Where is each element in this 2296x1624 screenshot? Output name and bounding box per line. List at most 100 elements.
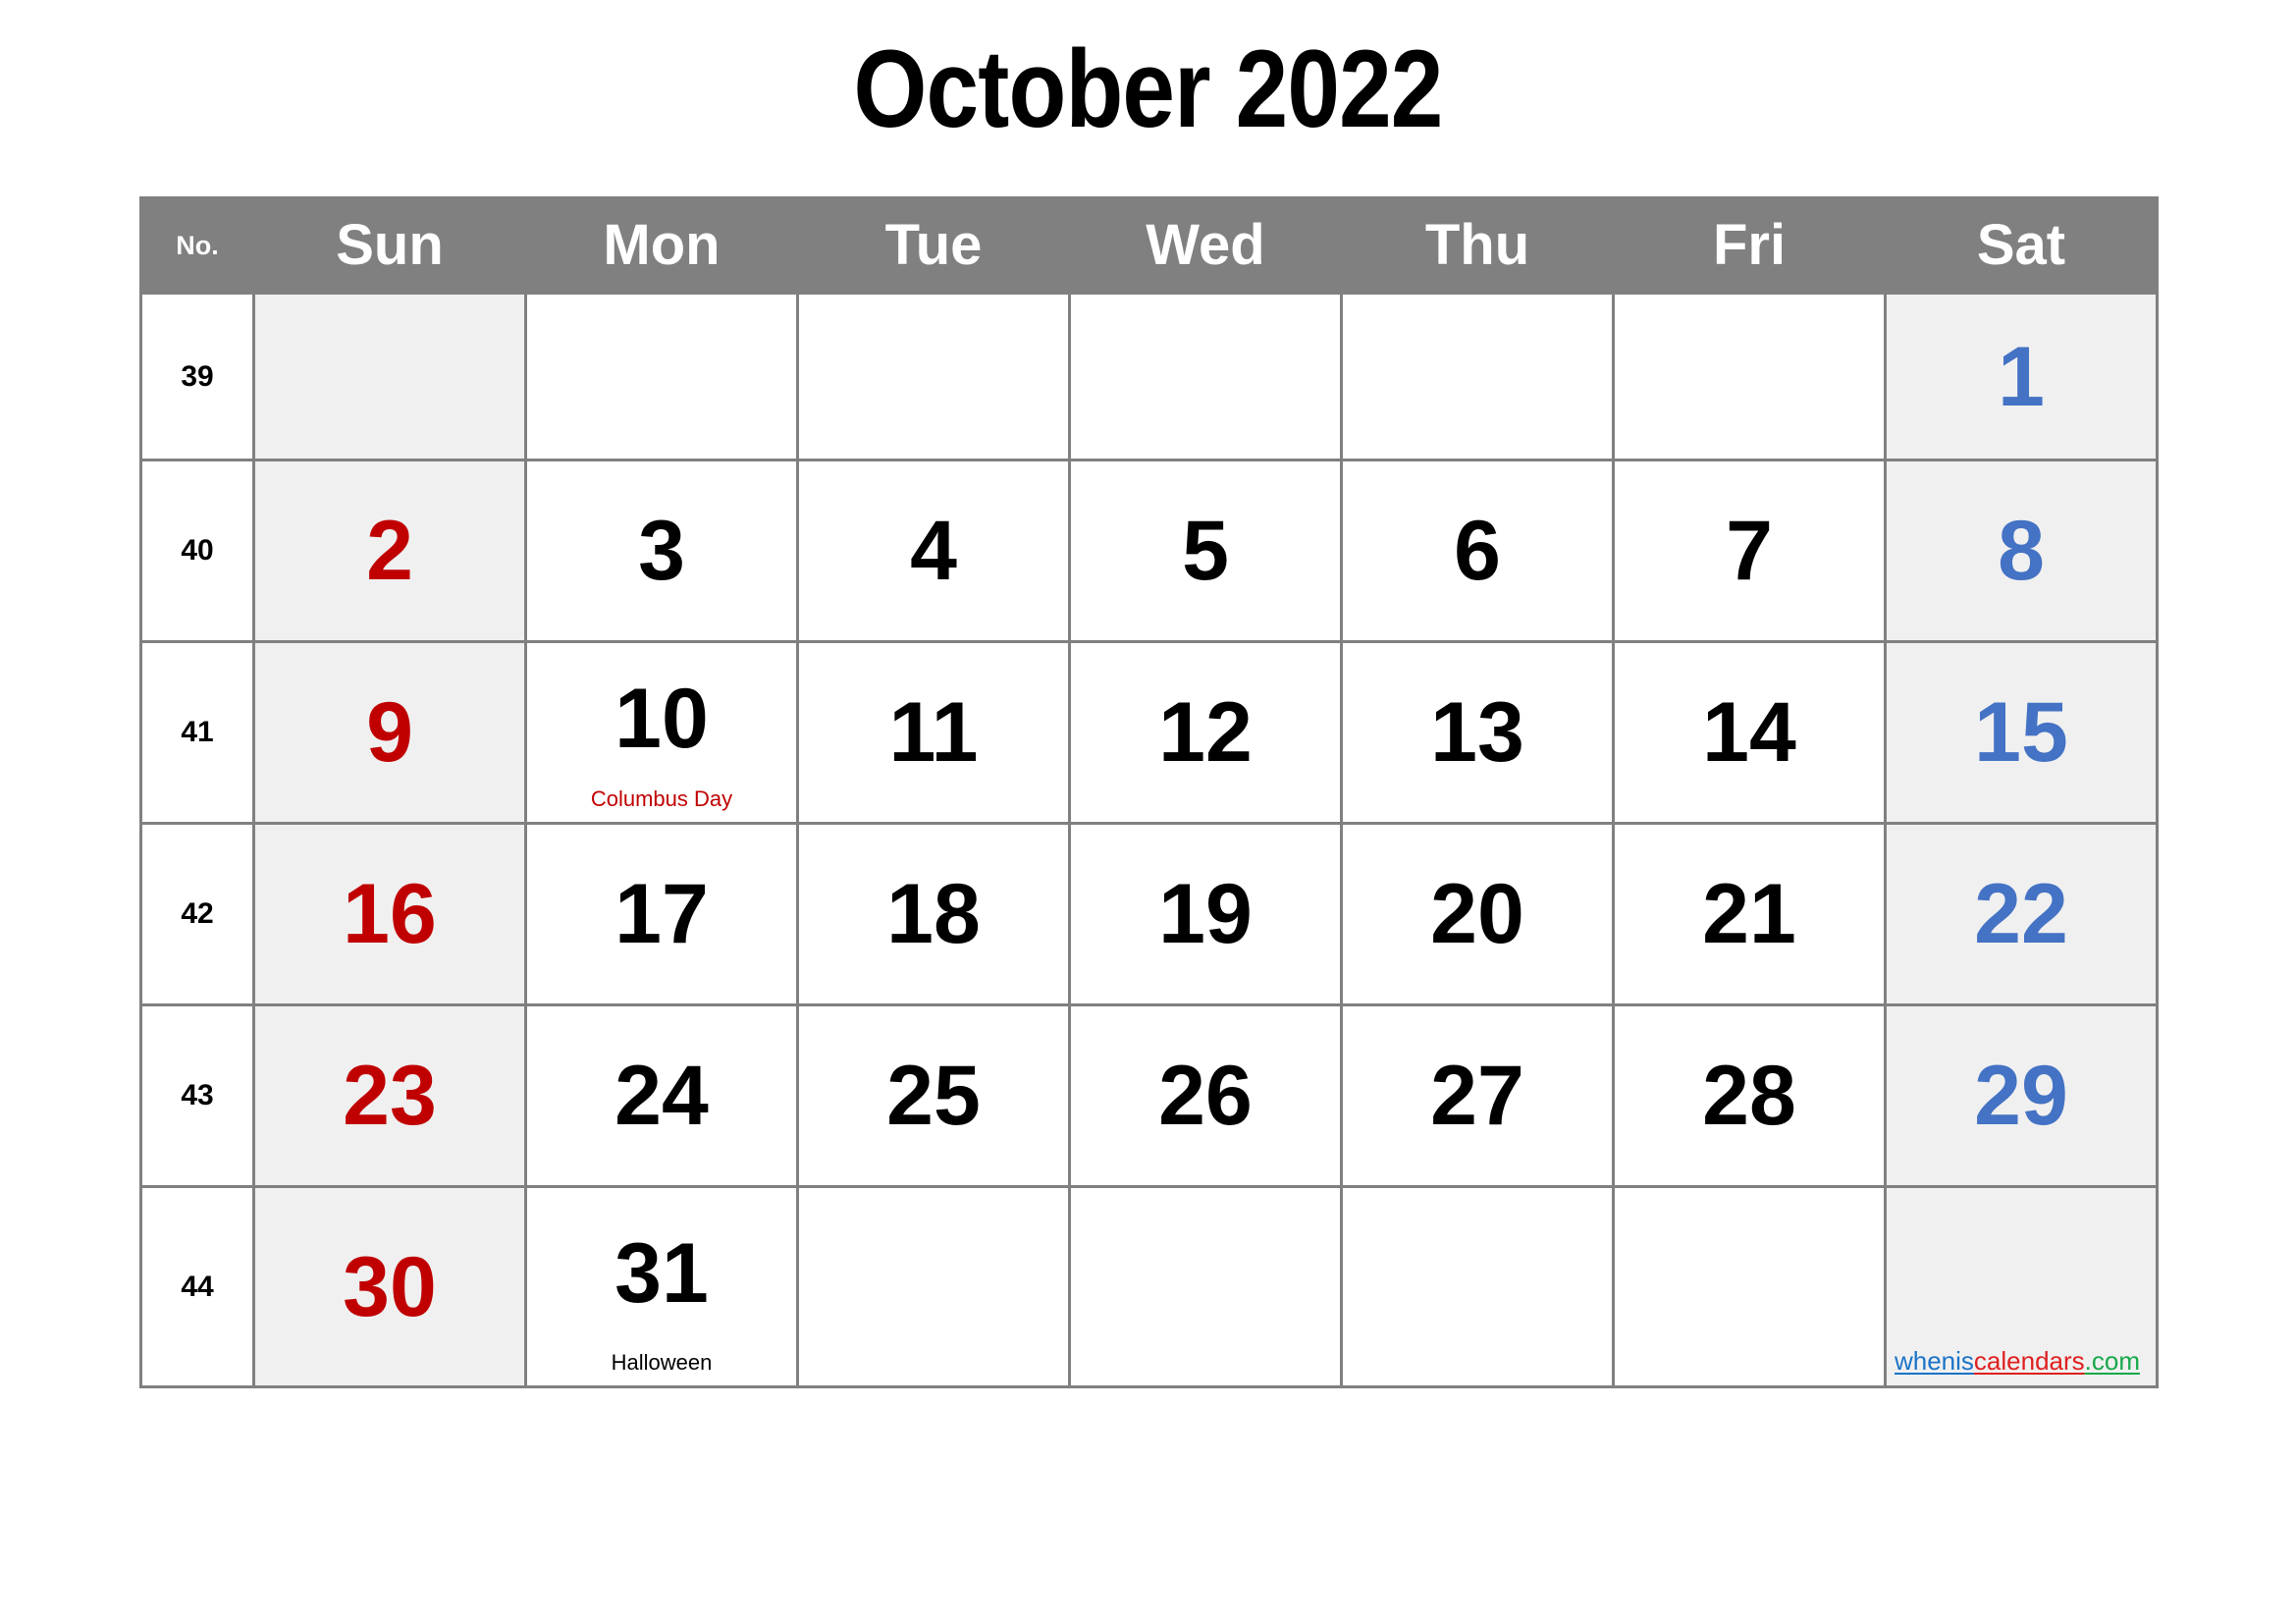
calendar-day-cell[interactable]: 21 <box>1612 822 1887 1006</box>
calendar-header-row: No. Sun Mon Tue Wed Thu Fri Sat <box>139 196 2159 295</box>
calendar-day-cell[interactable] <box>796 292 1071 461</box>
calendar-day-cell[interactable] <box>1340 292 1615 461</box>
day-number: 25 <box>886 1049 981 1143</box>
day-number: 22 <box>1974 867 2068 961</box>
holiday-label: Halloween <box>611 1350 713 1375</box>
header-day-fri: Fri <box>1612 196 1887 295</box>
day-number: 30 <box>343 1239 437 1334</box>
calendar-day-cell[interactable]: 4 <box>796 459 1071 643</box>
day-number: 8 <box>1998 504 2045 598</box>
day-number: 6 <box>1454 504 1501 598</box>
day-number: 29 <box>1974 1049 2068 1143</box>
header-day-sat: Sat <box>1884 196 2159 295</box>
day-number: 31 <box>614 1225 709 1321</box>
day-number: 11 <box>888 685 979 780</box>
calendar-day-cell[interactable]: 1 <box>1884 292 2159 461</box>
calendar-day-cell[interactable]: 22 <box>1884 822 2159 1006</box>
calendar-day-cell[interactable]: 15 <box>1884 640 2159 825</box>
calendar-day-cell[interactable] <box>1612 1185 1887 1388</box>
calendar-day-cell[interactable]: 14 <box>1612 640 1887 825</box>
calendar-day-cell[interactable]: 27 <box>1340 1003 1615 1188</box>
day-number: 2 <box>366 504 413 598</box>
calendar-table: No. Sun Mon Tue Wed Thu Fri Sat 39 1 40 2 3 4… <box>139 196 2159 1388</box>
calendar-day-cell[interactable]: 10 Columbus Day <box>524 640 799 825</box>
calendar-week-row: 41 9 10 Columbus Day 11 12 13 14 15 <box>139 640 2159 825</box>
page-title: October 2022 <box>853 27 1443 150</box>
calendar-day-cell[interactable]: 26 <box>1068 1003 1343 1188</box>
calendar-day-cell[interactable]: 9 <box>252 640 527 825</box>
day-number: 17 <box>614 867 709 961</box>
calendar-day-cell[interactable] <box>1340 1185 1615 1388</box>
calendar-day-cell[interactable]: 6 <box>1340 459 1615 643</box>
calendar-day-cell[interactable]: 8 <box>1884 459 2159 643</box>
header-day-wed: Wed <box>1068 196 1343 295</box>
day-number: 16 <box>343 867 437 961</box>
week-number-cell: 44 <box>139 1185 255 1388</box>
day-number: 5 <box>1182 504 1229 598</box>
day-number: 7 <box>1726 504 1773 598</box>
brand-part-calendars: calendars <box>1973 1346 2085 1376</box>
calendar-day-cell[interactable]: 16 <box>252 822 527 1006</box>
calendar-week-row: 40 2 3 4 5 6 7 8 <box>139 459 2159 643</box>
header-day-sun: Sun <box>252 196 527 295</box>
header-week-number: No. <box>139 196 255 295</box>
day-number: 26 <box>1158 1049 1253 1143</box>
calendar-day-cell[interactable]: 19 <box>1068 822 1343 1006</box>
calendar-day-cell[interactable] <box>252 292 527 461</box>
calendar-day-cell[interactable]: 7 <box>1612 459 1887 643</box>
calendar-grid: No. Sun Mon Tue Wed Thu Fri Sat 39 1 40 2 3 4… <box>139 196 2159 1388</box>
calendar-day-cell[interactable]: wheniscalendars.com <box>1884 1185 2159 1388</box>
calendar-day-cell[interactable]: 31 Halloween <box>524 1185 799 1388</box>
calendar-day-cell[interactable]: 2 <box>252 459 527 643</box>
day-number: 12 <box>1158 685 1253 780</box>
day-number: 18 <box>886 867 981 961</box>
day-number: 27 <box>1430 1049 1524 1143</box>
brand-part-com: .com <box>2084 1346 2140 1376</box>
calendar-week-row: 43 23 24 25 26 27 28 29 <box>139 1003 2159 1188</box>
day-number: 14 <box>1702 685 1796 780</box>
week-number-cell: 41 <box>139 640 255 825</box>
day-number: 3 <box>638 504 685 598</box>
week-number-cell: 42 <box>139 822 255 1006</box>
calendar-week-row: 42 16 17 18 19 20 21 22 <box>139 822 2159 1006</box>
calendar-day-cell[interactable]: 17 <box>524 822 799 1006</box>
calendar-day-cell[interactable]: 18 <box>796 822 1071 1006</box>
calendar-day-cell[interactable]: 30 <box>252 1185 527 1388</box>
brand-link[interactable]: wheniscalendars.com <box>1895 1348 2140 1374</box>
calendar-week-row: 39 1 <box>139 292 2159 461</box>
calendar-day-cell[interactable]: 3 <box>524 459 799 643</box>
calendar-day-cell[interactable] <box>1068 1185 1343 1388</box>
calendar-day-cell[interactable]: 24 <box>524 1003 799 1188</box>
calendar-day-cell[interactable] <box>796 1185 1071 1388</box>
calendar-day-cell[interactable]: 20 <box>1340 822 1615 1006</box>
week-number-cell: 40 <box>139 459 255 643</box>
day-number: 13 <box>1430 685 1524 780</box>
calendar-day-cell[interactable]: 12 <box>1068 640 1343 825</box>
day-number: 10 <box>614 672 709 766</box>
holiday-label: Columbus Day <box>590 786 733 811</box>
day-number: 19 <box>1158 867 1253 961</box>
calendar-day-cell[interactable]: 5 <box>1068 459 1343 643</box>
day-number: 20 <box>1430 867 1524 961</box>
header-day-tue: Tue <box>796 196 1071 295</box>
day-number: 4 <box>910 504 957 598</box>
calendar-body: 39 1 40 2 3 4 5 6 7 8 41 9 10 Columbus Day 11 12 13 14 15 4… <box>139 292 2159 1388</box>
day-number: 15 <box>1974 685 2068 780</box>
calendar-day-cell[interactable]: 25 <box>796 1003 1071 1188</box>
week-number-cell: 43 <box>139 1003 255 1188</box>
calendar-day-cell[interactable]: 23 <box>252 1003 527 1188</box>
brand-part-whenis: whenis <box>1894 1346 1974 1376</box>
calendar-day-cell[interactable]: 28 <box>1612 1003 1887 1188</box>
day-number: 21 <box>1702 867 1796 961</box>
calendar-day-cell[interactable] <box>1068 292 1343 461</box>
day-number: 9 <box>366 685 413 780</box>
calendar-day-cell[interactable]: 13 <box>1340 640 1615 825</box>
day-number: 1 <box>1998 329 2045 424</box>
day-number: 24 <box>614 1049 709 1143</box>
calendar-day-cell[interactable] <box>524 292 799 461</box>
calendar-week-row: 44 30 31 Halloween wheniscalendars.com <box>139 1185 2159 1388</box>
calendar-day-cell[interactable] <box>1612 292 1887 461</box>
header-day-mon: Mon <box>524 196 799 295</box>
calendar-day-cell[interactable]: 11 <box>796 640 1071 825</box>
calendar-day-cell[interactable]: 29 <box>1884 1003 2159 1188</box>
